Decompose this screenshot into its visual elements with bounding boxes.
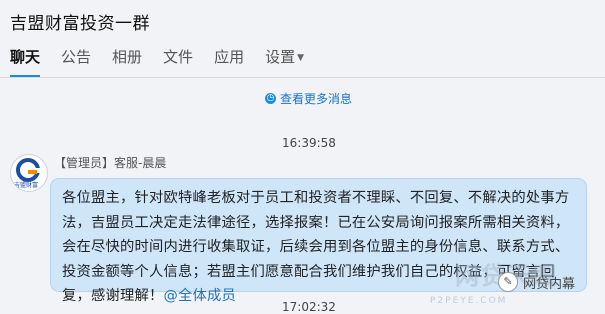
tab-files[interactable]: 文件 [163,46,193,72]
wechat-icon: ✎ [498,272,518,292]
avatar[interactable]: 吉盟财富 [10,154,48,192]
tab-divider [0,77,605,78]
sender-role: 【管理员】 [54,156,115,170]
tab-apps[interactable]: 应用 [214,46,244,72]
sender-name[interactable]: 客服-晨晨 [114,156,166,170]
message-timestamp: 16:39:58 [282,136,336,150]
history-clock-icon: ◷ [265,93,276,104]
caret-down-icon[interactable]: ▼ [297,53,304,63]
tab-settings[interactable]: 设置 ▼ [265,46,304,72]
view-more-link[interactable]: ◷ 查看更多消息 [265,90,352,107]
message-timestamp: 17:02:32 [282,300,336,314]
avatar-logo-text: 吉盟财富 [14,182,39,189]
tab-chat[interactable]: 聊天 [10,46,41,78]
sender-label: 【管理员】客服-晨晨 [54,154,166,171]
tab-album[interactable]: 相册 [112,46,142,72]
mention-all-members[interactable]: @全体成员 [163,288,235,304]
tab-bar: 聊天 公告 相册 文件 应用 设置 ▼ [10,46,304,78]
tab-announcement[interactable]: 公告 [61,46,91,72]
chat-title: 吉盟财富投资一群 [10,14,150,34]
watermark-url: P2PEYE.COM [430,296,508,306]
brand-name: 网贷内幕 [523,276,576,292]
brand-watermark: ✎ 网贷内幕 [498,272,575,292]
tab-settings-label[interactable]: 设置 [265,48,295,66]
view-more-label[interactable]: 查看更多消息 [280,90,352,107]
